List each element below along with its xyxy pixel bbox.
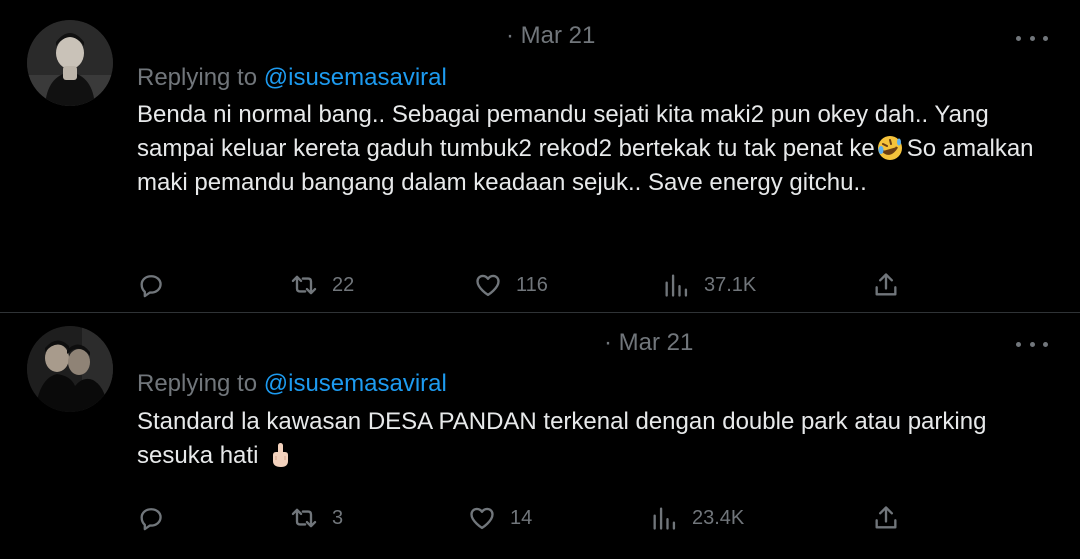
reply-icon	[140, 275, 162, 298]
views-count: 23.4K	[692, 506, 745, 529]
more-options-icon[interactable]	[1016, 332, 1048, 356]
tweet-text: Standard la kawasan DESA PANDAN terkenal…	[137, 405, 1057, 473]
share-icon	[875, 273, 897, 296]
like-count: 116	[516, 273, 548, 296]
reply-tweet[interactable]: · Mar 21 Replying to @isusemasaviral Sta…	[0, 313, 1080, 559]
tweet-text: Benda ni normal bang.. Sebagai pemandu s…	[137, 98, 1057, 200]
retweet-button[interactable]: 3	[290, 498, 343, 538]
avatar[interactable]	[27, 326, 113, 412]
tweet-date[interactable]: · Mar 21	[604, 329, 693, 357]
avatar[interactable]	[27, 20, 113, 106]
tweet-text-part: Standard la kawasan DESA PANDAN terkenal…	[137, 408, 987, 469]
reply-tweet[interactable]: · Mar 21 Replying to @isusemasaviral Ben…	[0, 0, 1080, 313]
reply-icon	[140, 508, 162, 531]
action-bar: 3 14 23.4K	[0, 498, 1080, 538]
replying-prefix: Replying to	[137, 64, 264, 91]
tweet-date[interactable]: · Mar 21	[506, 22, 595, 50]
replying-prefix: Replying to	[137, 370, 264, 397]
retweet-count: 3	[332, 506, 344, 529]
replying-handle-link[interactable]: @isusemasaviral	[264, 370, 447, 397]
replying-handle-link[interactable]: @isusemasaviral	[264, 64, 447, 91]
retweet-count: 22	[332, 273, 355, 296]
reply-thread: · Mar 21 Replying to @isusemasaviral Ben…	[0, 0, 1080, 559]
action-bar: 22 116 37.1K	[0, 265, 1080, 305]
share-button[interactable]	[872, 265, 900, 305]
like-button[interactable]: 116	[474, 265, 548, 305]
heart-icon	[470, 507, 494, 530]
retweet-button[interactable]: 22	[290, 265, 354, 305]
views-count: 37.1K	[704, 273, 757, 296]
retweet-icon	[291, 508, 317, 528]
more-options-icon[interactable]	[1016, 26, 1048, 50]
like-button[interactable]: 14	[468, 498, 532, 538]
rolling-on-floor-laughing-emoji	[877, 136, 902, 160]
replying-to: Replying to @isusemasaviral	[137, 64, 447, 92]
views-chart-icon	[665, 274, 688, 297]
reply-button[interactable]	[137, 498, 165, 538]
retweet-icon	[291, 275, 317, 295]
share-icon	[875, 506, 897, 529]
replying-to: Replying to @isusemasaviral	[137, 370, 447, 398]
tweet-text-part: Benda ni normal bang.. Sebagai pemandu s…	[137, 101, 989, 162]
heart-icon	[476, 274, 500, 297]
reply-button[interactable]	[137, 265, 165, 305]
like-count: 14	[510, 506, 533, 529]
middle-finger-emoji	[273, 443, 289, 467]
views-chart-icon	[653, 507, 676, 530]
share-button[interactable]	[872, 498, 900, 538]
views-button[interactable]: 37.1K	[662, 265, 756, 305]
views-button[interactable]: 23.4K	[650, 498, 744, 538]
